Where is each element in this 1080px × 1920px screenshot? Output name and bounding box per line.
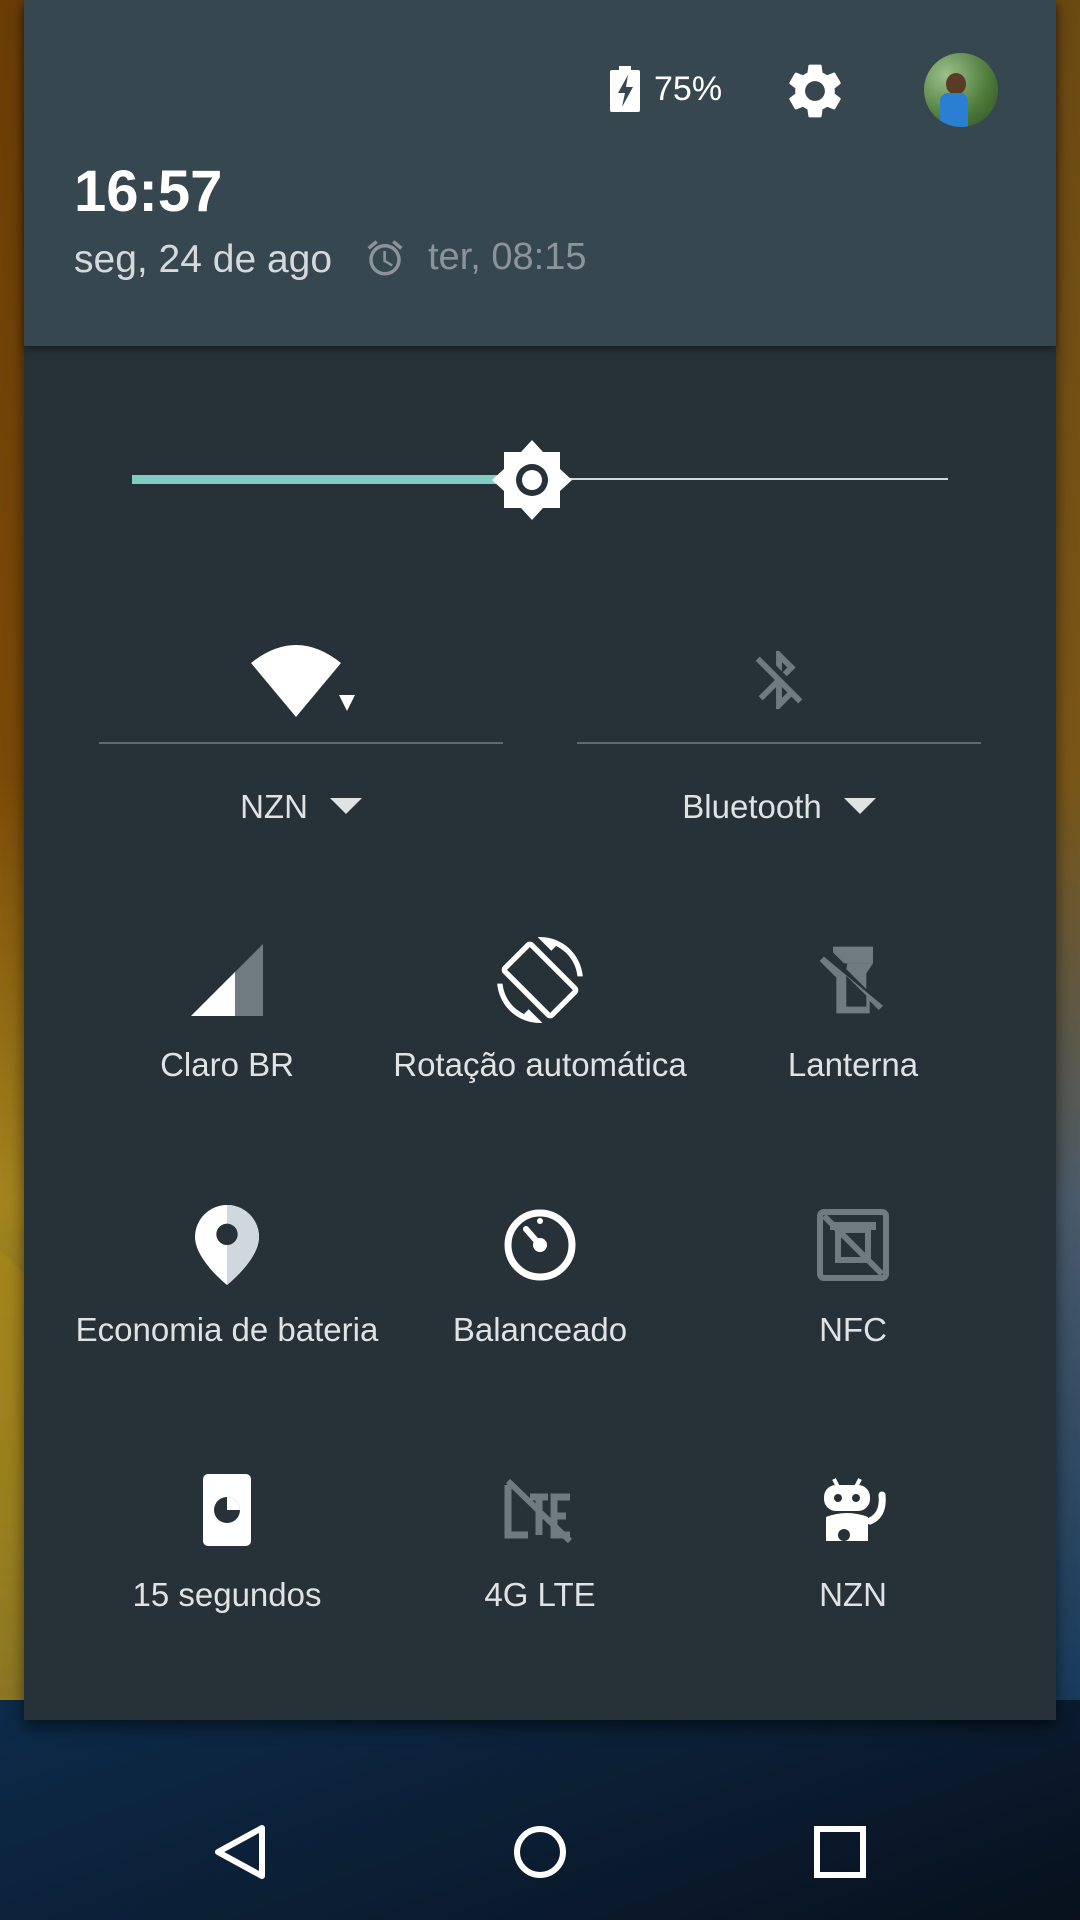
- screen-timeout-icon: [203, 1474, 251, 1546]
- bluetooth-icon-wrap: [577, 620, 981, 740]
- back-button[interactable]: [200, 1812, 280, 1892]
- bluetooth-tile[interactable]: Bluetooth: [577, 620, 981, 850]
- flashlight-icon-wrap: [685, 930, 1021, 1030]
- nfc-icon-wrap: [685, 1195, 1021, 1295]
- cellular-tile[interactable]: Claro BR: [59, 930, 395, 1130]
- bluetooth-label: Bluetooth: [682, 788, 822, 825]
- battery-charging-icon: [610, 66, 640, 112]
- wifi-tile[interactable]: NZN: [99, 620, 503, 850]
- wifi-label-row[interactable]: NZN: [99, 788, 503, 826]
- flashlight-tile[interactable]: Lanterna: [685, 930, 1021, 1130]
- recents-button[interactable]: [800, 1812, 880, 1892]
- avatar-shirt: [940, 93, 968, 127]
- date[interactable]: seg, 24 de ago: [74, 238, 332, 282]
- quick-settings-panel: 75% 16:57 seg, 24 de ago ter, 08:15 NZN …: [24, 0, 1056, 1720]
- mascot-icon-wrap: [685, 1460, 1021, 1560]
- screen-rotation-icon: [497, 937, 583, 1023]
- alarm-clock-icon: [367, 239, 403, 275]
- screen-timeout-tile[interactable]: 15 segundos: [59, 1460, 395, 1660]
- bluetooth-disabled-icon: [755, 650, 803, 710]
- location-icon-wrap: [59, 1195, 395, 1295]
- alarm-time: ter, 08:15: [428, 236, 587, 278]
- flashlight-off-icon: [819, 946, 883, 1014]
- bluetooth-label-row[interactable]: Bluetooth: [577, 788, 981, 826]
- user-avatar[interactable]: [924, 53, 998, 127]
- auto-rotate-tile[interactable]: Rotação automática: [372, 930, 708, 1130]
- timeout-icon-wrap: [59, 1460, 395, 1560]
- clock[interactable]: 16:57: [74, 158, 222, 225]
- tile-label: NZN: [819, 1576, 887, 1613]
- brightness-slider-thumb[interactable]: [492, 440, 572, 520]
- wifi-icon: [251, 645, 355, 717]
- chevron-down-icon: [843, 798, 876, 814]
- lte-disabled-icon: [504, 1478, 573, 1543]
- performance-gauge-icon: [504, 1209, 576, 1281]
- brightness-fill: [132, 475, 532, 484]
- location-icon: [195, 1205, 259, 1285]
- tile-label: Economia de bateria: [75, 1311, 379, 1348]
- home-button[interactable]: [500, 1812, 580, 1892]
- next-alarm[interactable]: ter, 08:15: [364, 236, 586, 279]
- cyanogen-tile[interactable]: NZN: [685, 1460, 1021, 1660]
- tile-label: 15 segundos: [132, 1576, 322, 1613]
- nfc-disabled-icon: [817, 1209, 889, 1281]
- wifi-icon-wrap: [99, 620, 503, 740]
- cellular-signal-icon: [191, 944, 263, 1016]
- settings-button[interactable]: [782, 58, 848, 124]
- chevron-down-icon: [329, 798, 362, 814]
- battery-status[interactable]: 75%: [610, 66, 722, 112]
- bluetooth-divider: [577, 742, 981, 744]
- tile-label: Balanceado: [452, 1311, 628, 1348]
- back-icon: [215, 1825, 265, 1879]
- nfc-tile[interactable]: NFC: [685, 1195, 1021, 1395]
- wifi-network-name: NZN: [240, 788, 308, 825]
- battery-saver-tile[interactable]: Economia de bateria: [59, 1195, 395, 1395]
- lte-icon-wrap: [372, 1460, 708, 1560]
- tile-label: Claro BR: [160, 1046, 294, 1083]
- home-icon: [514, 1826, 566, 1878]
- battery-percentage: 75%: [654, 69, 723, 108]
- avatar-head: [946, 73, 966, 95]
- wifi-divider: [99, 742, 503, 744]
- tile-label: Lanterna: [787, 1046, 919, 1083]
- tile-label: 4G LTE: [484, 1576, 596, 1613]
- performance-profile-tile[interactable]: Balanceado: [372, 1195, 708, 1395]
- gear-icon: [789, 64, 841, 118]
- tile-label: Rotação automática: [393, 1046, 687, 1083]
- brightness-icon: [492, 440, 572, 520]
- gauge-icon-wrap: [372, 1195, 708, 1295]
- cellular-icon-wrap: [59, 930, 395, 1030]
- notification-header: 75% 16:57 seg, 24 de ago ter, 08:15: [24, 0, 1056, 346]
- lte-tile[interactable]: 4G LTE: [372, 1460, 708, 1660]
- recents-icon: [814, 1826, 866, 1878]
- cyanogen-mascot-icon: [824, 1478, 886, 1541]
- rotation-icon-wrap: [372, 930, 708, 1030]
- tile-label: NFC: [819, 1311, 887, 1348]
